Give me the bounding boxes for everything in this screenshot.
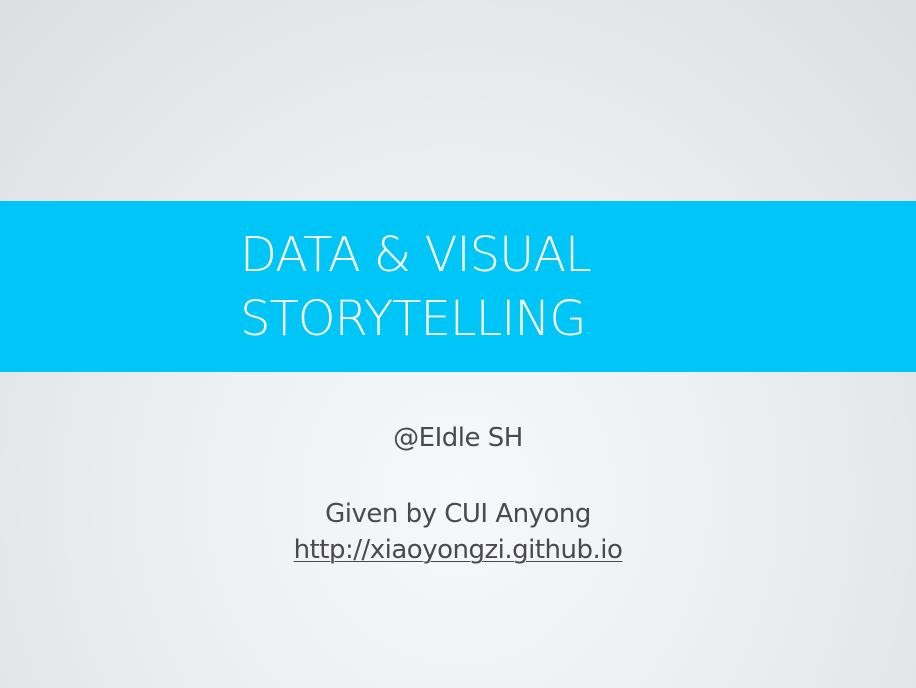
subtitle-block: @EIdle SH Given by CUI Anyong http://xia… bbox=[0, 420, 916, 568]
presenter-credit: Given by CUI Anyong bbox=[325, 499, 591, 529]
title-banner: DATA & VISUAL STORYTELLING bbox=[0, 201, 916, 372]
slide-title: DATA & VISUAL STORYTELLING bbox=[240, 223, 800, 351]
author-handle: @EIdle SH bbox=[393, 423, 523, 453]
title-line-1: DATA & VISUAL bbox=[240, 227, 592, 283]
title-line-2: STORYTELLING bbox=[240, 291, 587, 347]
presentation-slide: DATA & VISUAL STORYTELLING @EIdle SH Giv… bbox=[0, 0, 916, 688]
website-link[interactable]: http://xiaoyongzi.github.io bbox=[294, 535, 623, 565]
website-link-line: http://xiaoyongzi.github.io bbox=[0, 532, 916, 568]
